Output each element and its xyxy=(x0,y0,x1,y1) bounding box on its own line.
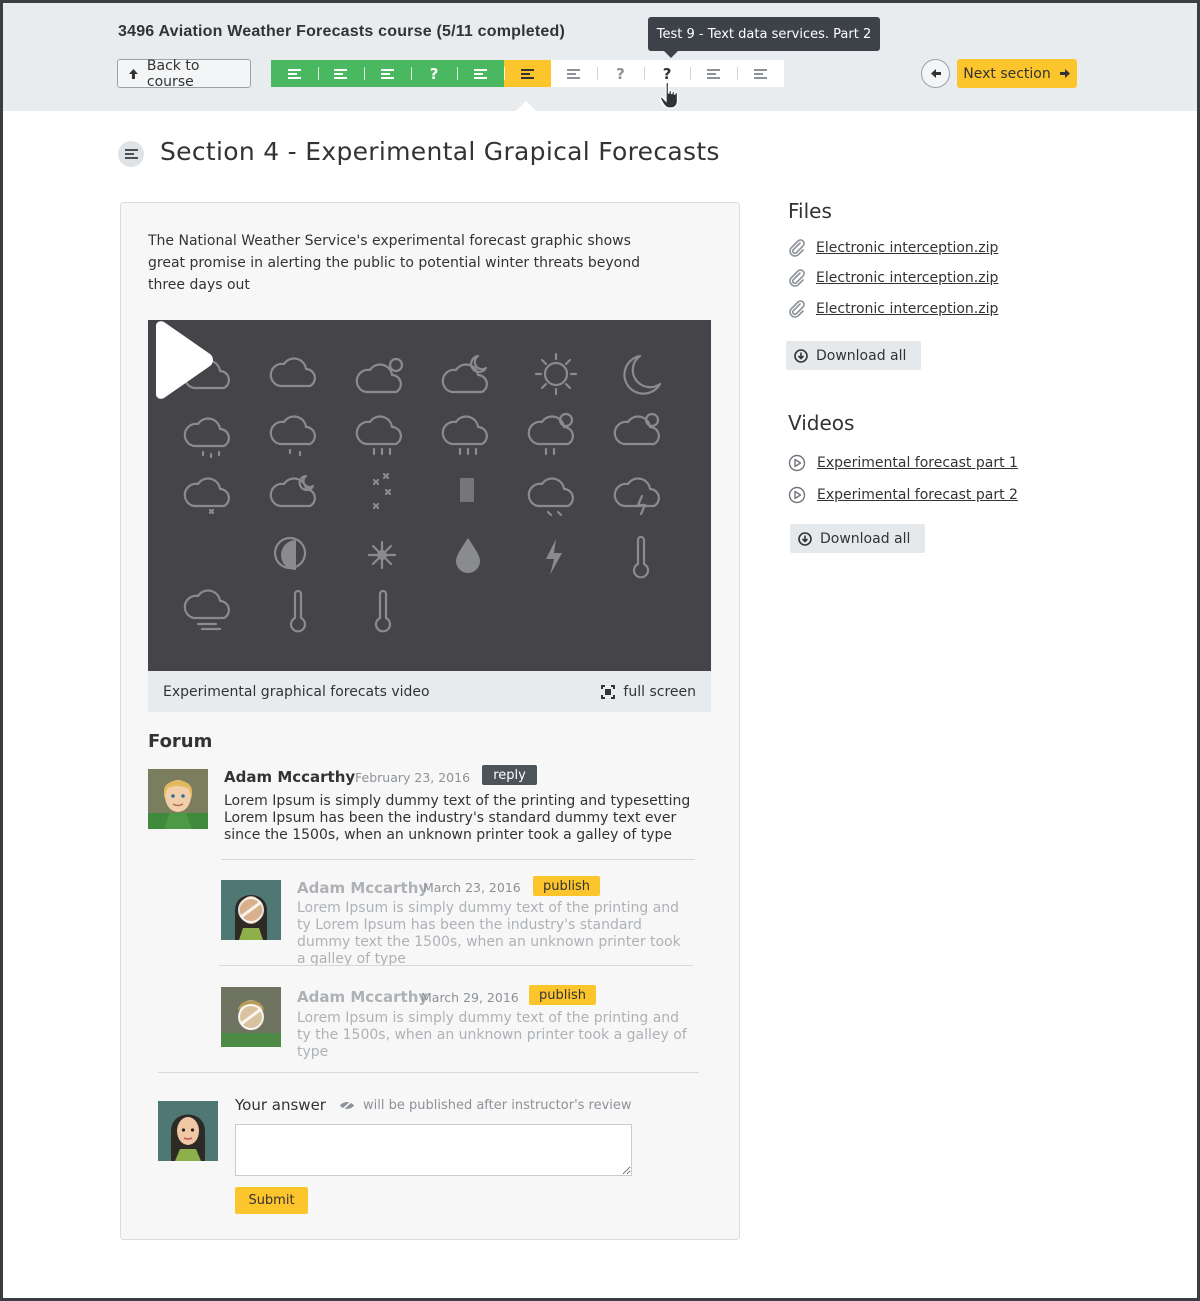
text-lines-icon xyxy=(287,67,301,81)
arrow-right-icon xyxy=(1059,69,1070,78)
current-section-pointer xyxy=(516,101,536,111)
download-all-label: Download all xyxy=(816,347,907,364)
forum-title: Forum xyxy=(148,731,213,752)
publish-button[interactable]: publish xyxy=(533,876,600,896)
fullscreen-button[interactable]: full screen xyxy=(601,684,696,700)
comment-divider xyxy=(221,859,695,860)
play-circle-icon xyxy=(788,486,806,504)
answer-input[interactable] xyxy=(235,1124,632,1176)
arrow-left-icon xyxy=(930,69,941,78)
progress-segment-7-text[interactable] xyxy=(550,60,598,87)
file-link-label[interactable]: Electronic interception.zip xyxy=(816,270,998,286)
file-link-label[interactable]: Electronic interception.zip xyxy=(816,240,998,256)
arrow-up-icon xyxy=(128,68,138,79)
videos-title: Videos xyxy=(788,411,855,435)
comment-author: Adam Mccarthy xyxy=(297,988,429,1006)
back-to-course-label: Back to course xyxy=(146,57,200,90)
download-icon xyxy=(794,348,808,363)
text-lines-icon xyxy=(753,67,767,81)
submit-button[interactable]: Submit xyxy=(235,1187,308,1214)
text-lines-icon xyxy=(334,67,348,81)
fullscreen-icon xyxy=(601,684,616,699)
question-icon: ? xyxy=(429,64,439,83)
comment-author: Adam Mccarthy xyxy=(224,768,356,786)
video-link-label[interactable]: Experimental forecast part 1 xyxy=(817,455,1018,471)
question-icon: ? xyxy=(616,64,625,83)
back-to-course-button[interactable]: Back to course xyxy=(117,57,251,90)
course-header: 3496 Aviation Weather Forecasts course (… xyxy=(3,3,1197,111)
progress-segment-8-test[interactable]: ? xyxy=(597,60,644,87)
reply-button[interactable]: reply xyxy=(482,765,537,785)
section-title: Section 4 - Experimental Grapical Foreca… xyxy=(160,137,720,166)
publish-button[interactable]: publish xyxy=(529,985,596,1005)
avatar xyxy=(221,987,281,1047)
progress-segment-6-text[interactable] xyxy=(503,60,551,87)
avatar xyxy=(148,769,208,829)
paperclip-icon xyxy=(789,300,805,318)
file-link-label[interactable]: Electronic interception.zip xyxy=(816,301,998,317)
previous-section-button[interactable] xyxy=(921,59,950,88)
progress-tooltip: Test 9 - Text data services. Part 2 xyxy=(648,17,880,58)
video-link[interactable]: Experimental forecast part 2 xyxy=(788,486,1018,504)
video-caption-bar: Experimental graphical forecats video fu… xyxy=(148,671,711,712)
answer-divider xyxy=(158,1072,699,1073)
text-lines-icon xyxy=(118,141,144,167)
download-all-files-button[interactable]: Download all xyxy=(786,341,922,370)
your-answer-label: Your answer xyxy=(235,1096,326,1114)
progress-segment-1-text[interactable] xyxy=(271,60,318,87)
download-icon xyxy=(798,531,812,546)
comment-date: February 23, 2016 xyxy=(355,770,471,785)
video-player[interactable] xyxy=(148,320,711,671)
weather-icons-thumbnail xyxy=(183,352,662,633)
comment-date: March 23, 2016 xyxy=(423,880,521,895)
course-title: 3496 Aviation Weather Forecasts course (… xyxy=(118,23,566,40)
paperclip-icon xyxy=(789,239,805,257)
avatar xyxy=(221,880,281,940)
section-progress-bar: ??? xyxy=(271,60,784,87)
comment-text: Lorem Ipsum is simply dummy text of the … xyxy=(224,793,691,843)
play-icon[interactable] xyxy=(148,320,214,400)
progress-segment-2-text[interactable] xyxy=(317,60,365,87)
review-note-text: will be published after instructor's rev… xyxy=(363,1098,632,1113)
video-link[interactable]: Experimental forecast part 1 xyxy=(788,454,1018,472)
hand-pointer-icon xyxy=(659,81,685,115)
video-link-label[interactable]: Experimental forecast part 2 xyxy=(817,487,1018,503)
download-all-label: Download all xyxy=(820,530,911,547)
section-intro-text: The National Weather Service's experimen… xyxy=(148,233,640,293)
file-link[interactable]: Electronic interception.zip xyxy=(788,269,998,287)
text-lines-icon xyxy=(474,67,488,81)
next-section-label: Next section xyxy=(963,65,1051,82)
question-icon: ? xyxy=(662,64,672,83)
fullscreen-label: full screen xyxy=(623,683,696,700)
text-lines-icon xyxy=(567,67,581,81)
text-lines-icon xyxy=(707,67,721,81)
comment-date: March 29, 2016 xyxy=(421,990,519,1005)
file-link[interactable]: Electronic interception.zip xyxy=(788,239,998,257)
avatar xyxy=(158,1101,218,1161)
video-caption: Experimental graphical forecats video xyxy=(163,683,430,700)
hidden-eye-icon xyxy=(340,1100,354,1111)
progress-segment-4-test[interactable]: ? xyxy=(410,60,458,87)
comment-text: Lorem Ipsum is simply dummy text of the … xyxy=(297,1010,687,1060)
progress-segment-3-text[interactable] xyxy=(364,60,411,87)
play-circle-icon xyxy=(788,454,806,472)
file-link[interactable]: Electronic interception.zip xyxy=(788,300,998,318)
paperclip-icon xyxy=(789,269,805,287)
progress-segment-5-text[interactable] xyxy=(457,60,504,87)
progress-segment-10-text[interactable] xyxy=(690,60,737,87)
files-title: Files xyxy=(788,199,832,223)
next-section-button[interactable]: Next section xyxy=(957,59,1077,88)
download-all-videos-button[interactable]: Download all xyxy=(790,524,926,553)
review-note: will be published after instructor's rev… xyxy=(339,1098,632,1113)
progress-segment-11-text[interactable] xyxy=(736,60,784,87)
text-lines-icon xyxy=(380,67,394,81)
comment-text: Lorem Ipsum is simply dummy text of the … xyxy=(297,900,681,967)
comment-author: Adam Mccarthy xyxy=(297,879,429,897)
comment-divider xyxy=(219,965,693,966)
text-lines-icon xyxy=(520,67,534,81)
section-content-card: The National Weather Service's experimen… xyxy=(120,202,740,1240)
